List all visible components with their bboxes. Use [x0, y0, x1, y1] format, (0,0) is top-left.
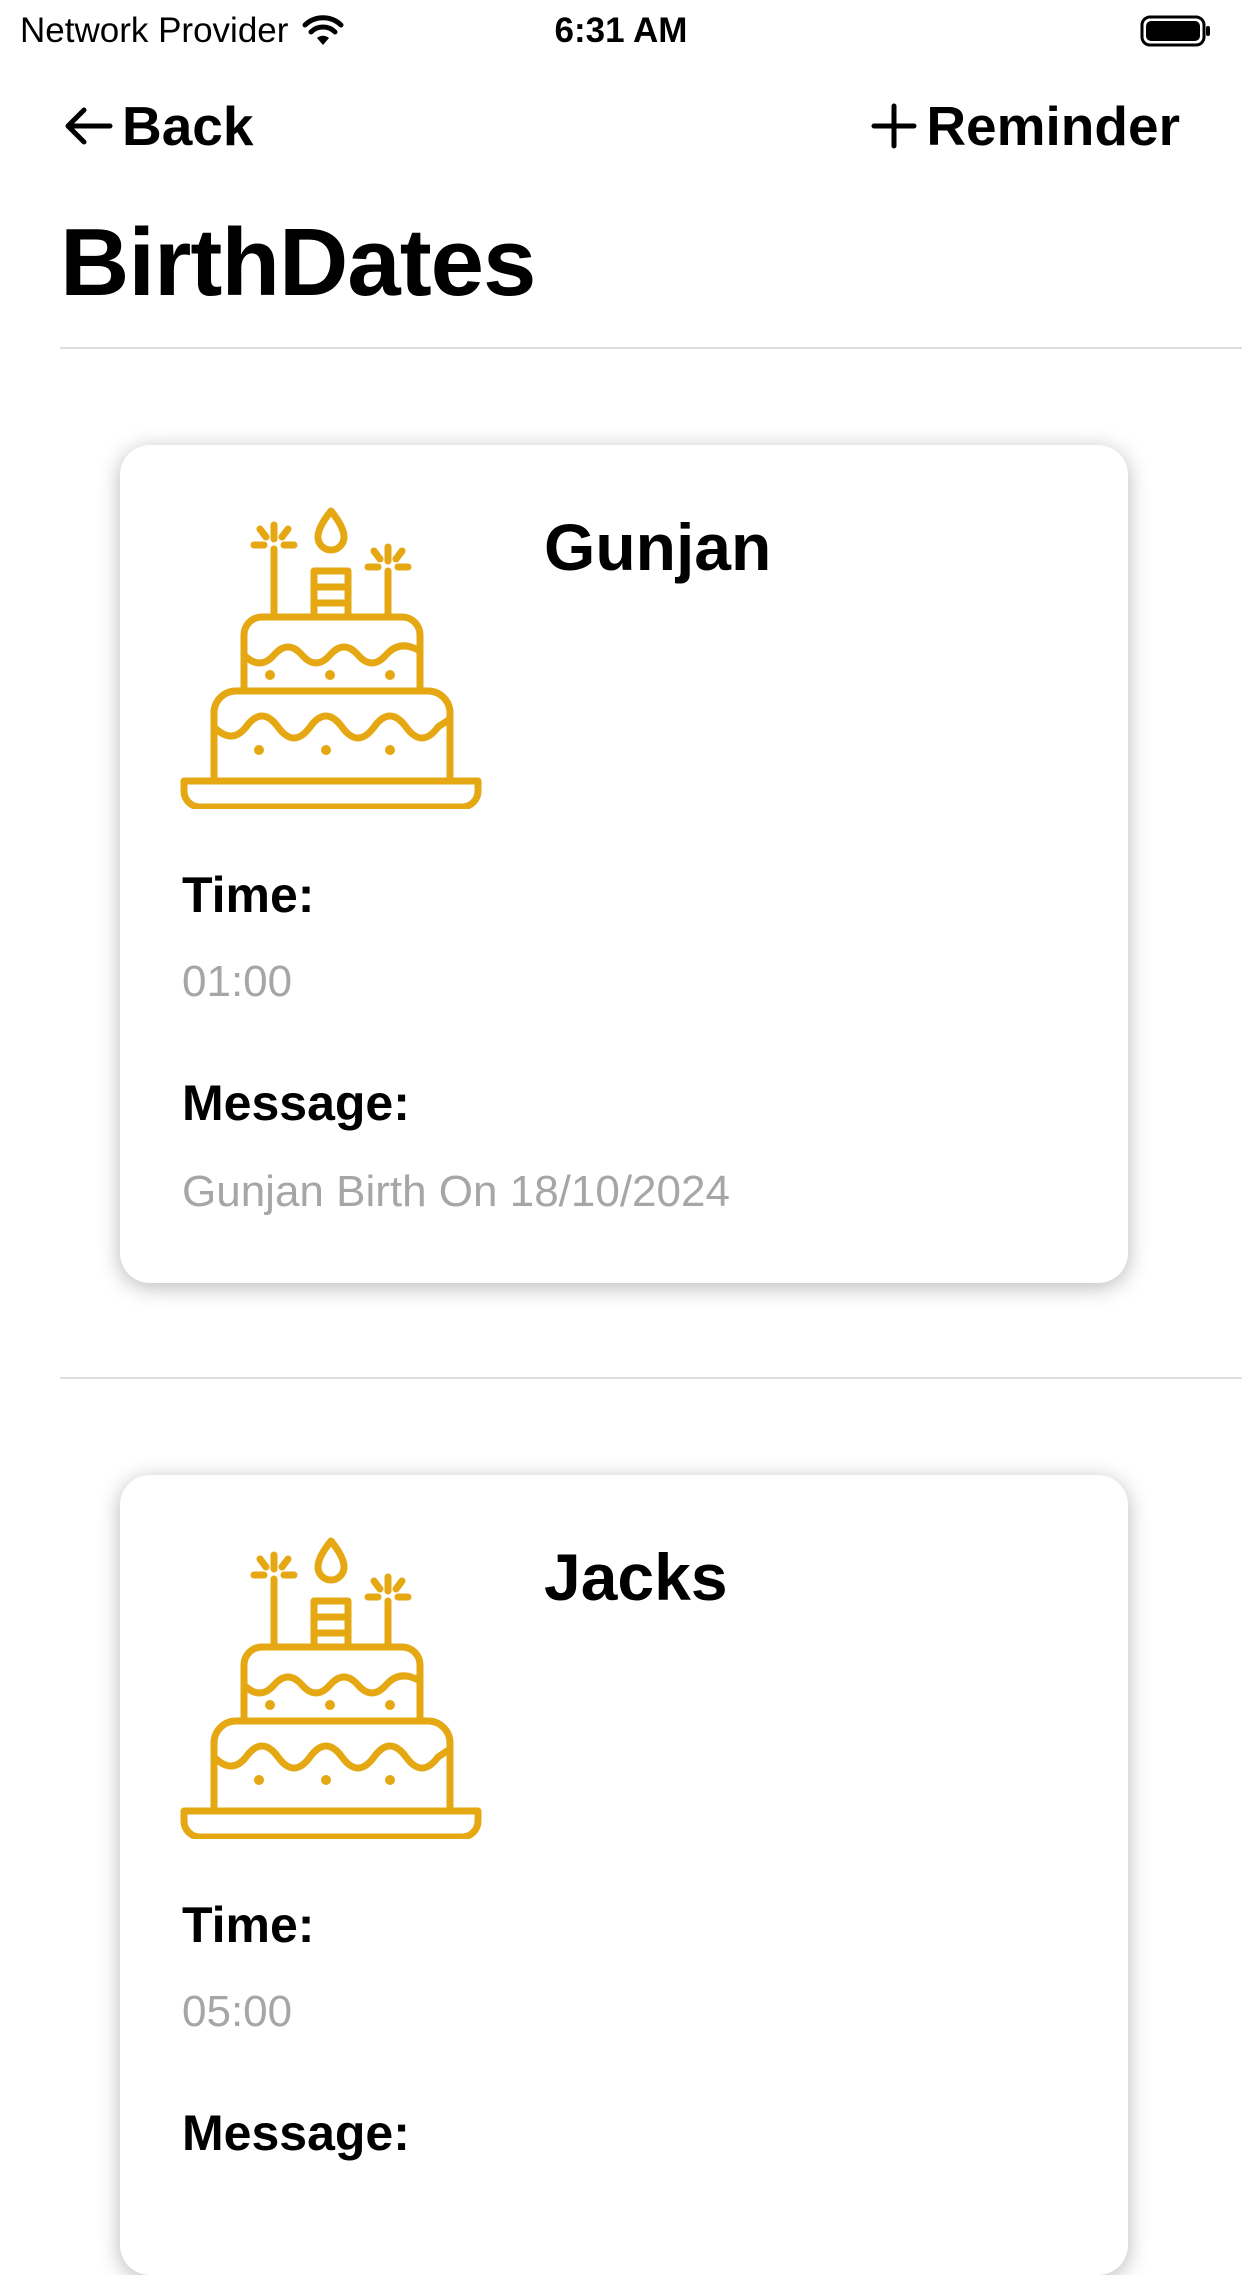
birthday-cake-icon [180, 1537, 482, 1839]
message-label: Message: [182, 1075, 410, 1131]
add-reminder-button[interactable]: Reminder [868, 94, 1180, 158]
status-bar: Network Provider 6:31 AM [0, 0, 1242, 62]
time-label: Time: [182, 867, 315, 923]
time-value: 01:00 [182, 957, 293, 1006]
status-time: 6:31 AM [554, 11, 688, 50]
divider [60, 1377, 1242, 1379]
back-button[interactable]: Back [60, 94, 253, 158]
time-value: 05:00 [182, 1987, 293, 2036]
reminder-name: Gunjan [544, 510, 772, 584]
birthday-cake-icon [180, 507, 482, 809]
page-title: BirthDates [60, 209, 536, 316]
back-button-label: Back [122, 95, 254, 157]
divider [60, 347, 1242, 349]
reminder-name: Jacks [544, 1540, 728, 1614]
time-label: Time: [182, 1897, 315, 1953]
add-reminder-label: Reminder [926, 95, 1180, 157]
navigation-bar: Back Reminder [0, 80, 1242, 170]
battery-icon [1140, 15, 1210, 47]
arrow-left-icon [65, 107, 113, 145]
message-label: Message: [182, 2105, 410, 2161]
reminder-card[interactable]: Jacks Time: 05:00 Message: [120, 1475, 1128, 2275]
message-value: Gunjan Birth On 18/10/2024 [182, 1167, 730, 1216]
reminder-card[interactable]: Gunjan Time: 01:00 Message: Gunjan Birth… [120, 445, 1128, 1283]
plus-icon [871, 103, 917, 149]
